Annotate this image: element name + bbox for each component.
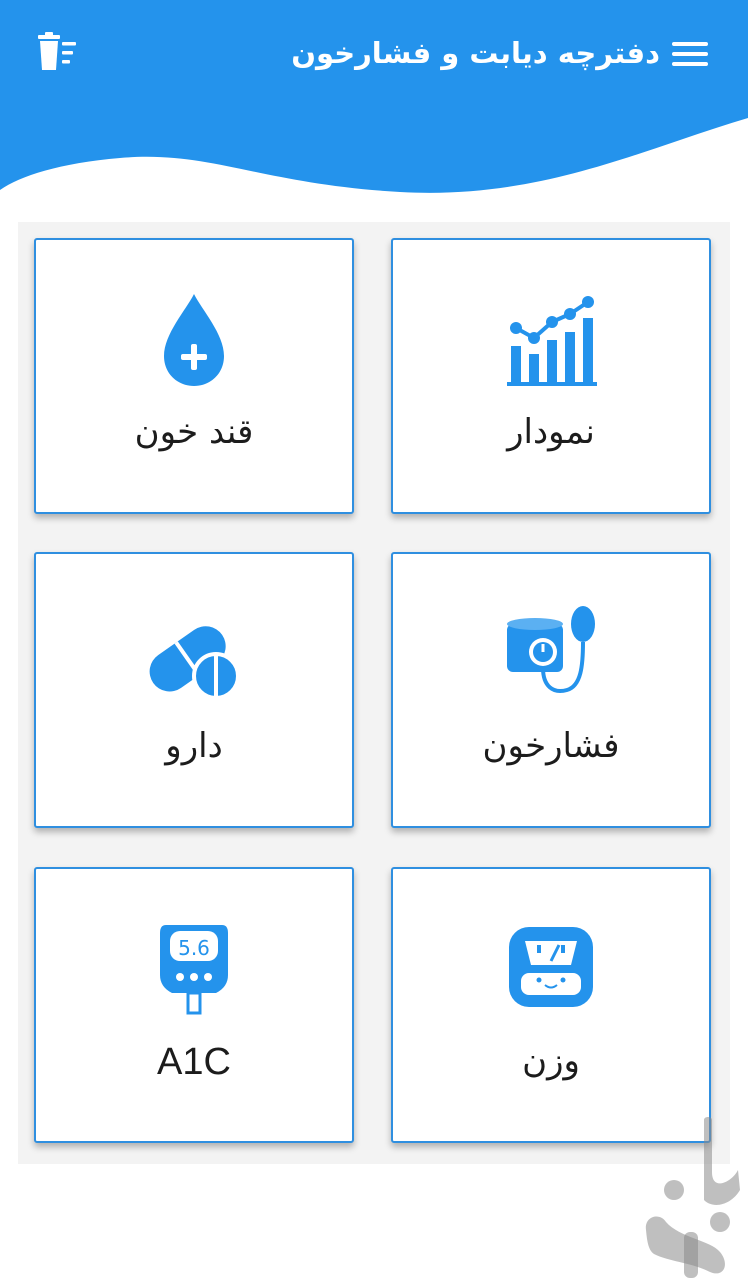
glucometer-icon: 5.6 bbox=[160, 925, 228, 1015]
hamburger-menu-icon[interactable] bbox=[670, 38, 710, 70]
blood-sugar-label: قند خون bbox=[134, 412, 254, 452]
app-header: دفترچه دیابت و فشارخون bbox=[0, 0, 748, 200]
medicine-label: دارو bbox=[165, 726, 223, 766]
weight-label: وزن bbox=[522, 1041, 580, 1081]
medicine-card[interactable]: دارو bbox=[34, 552, 354, 828]
glucometer-reading: 5.6 bbox=[178, 936, 210, 960]
menu-grid: قند خون نمودار دارو فشارخون 5.6 A1C وزن bbox=[18, 222, 730, 1164]
blood-sugar-card[interactable]: قند خون bbox=[34, 238, 354, 514]
weight-card[interactable]: وزن bbox=[391, 867, 711, 1143]
a1c-label: A1C bbox=[157, 1041, 231, 1083]
bar-line-chart-icon bbox=[507, 296, 597, 386]
trash-list-icon[interactable] bbox=[34, 32, 82, 74]
blood-drop-plus-icon bbox=[164, 294, 224, 386]
blood-pressure-label: فشارخون bbox=[482, 726, 620, 766]
blood-pressure-gauge-icon bbox=[507, 606, 595, 693]
chart-label: نمودار bbox=[507, 412, 595, 452]
blood-pressure-card[interactable]: فشارخون bbox=[391, 552, 711, 828]
chart-card[interactable]: نمودار bbox=[391, 238, 711, 514]
app-title: دفترچه دیابت و فشارخون bbox=[291, 36, 660, 70]
weight-scale-icon bbox=[509, 927, 593, 1007]
pills-icon bbox=[149, 626, 240, 700]
store-watermark-logo bbox=[645, 1117, 740, 1278]
a1c-card[interactable]: 5.6 A1C bbox=[34, 867, 354, 1143]
